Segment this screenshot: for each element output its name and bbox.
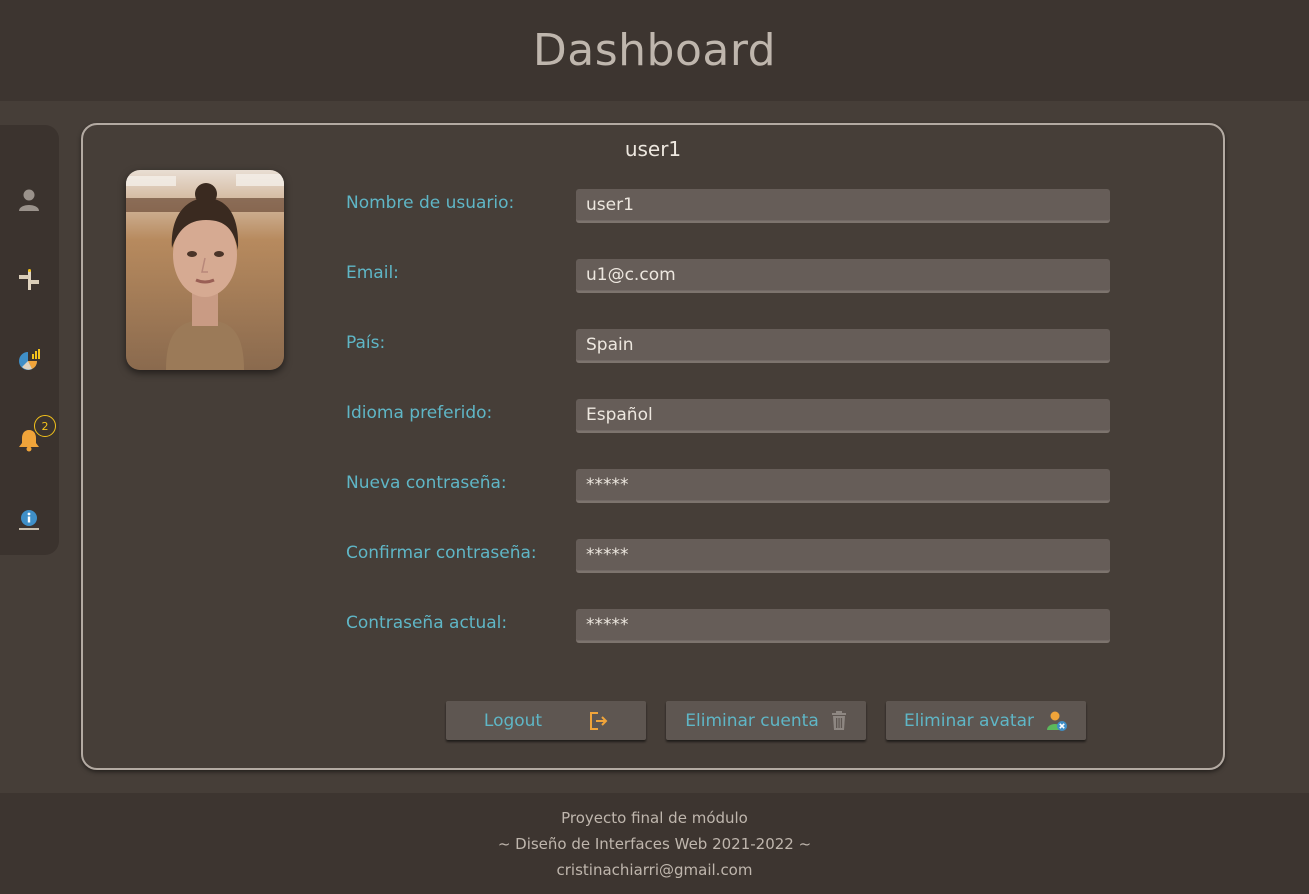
username-input[interactable] <box>576 189 1110 223</box>
sidebar-item-navigation[interactable] <box>14 265 44 295</box>
remove-user-icon <box>1047 711 1068 731</box>
field-current-password: Contraseña actual: <box>346 609 1146 643</box>
footer-email-link[interactable]: cristinachiarri@gmail.com <box>557 857 753 883</box>
delete-avatar-button-label: Eliminar avatar <box>903 710 1035 731</box>
email-label: Email: <box>346 263 399 283</box>
trash-icon <box>831 710 846 730</box>
delete-avatar-button[interactable]: Eliminar avatar <box>886 701 1086 740</box>
avatar <box>126 170 284 370</box>
field-language: Idioma preferido: <box>346 399 1146 433</box>
language-input[interactable] <box>576 399 1110 433</box>
delete-account-button-label: Eliminar cuenta <box>685 710 819 731</box>
sidebar-item-info[interactable] <box>14 505 44 535</box>
user-icon <box>19 189 39 211</box>
email-input[interactable] <box>576 259 1110 293</box>
profile-card: user1 Nombre de usuario: user1 Email: u1… <box>81 123 1225 770</box>
notification-count-badge: 2 <box>34 415 56 437</box>
footer-project-text: Proyecto final de módulo <box>561 808 748 827</box>
country-label: País: <box>346 333 386 353</box>
field-new-password: Nueva contraseña: <box>346 469 1146 503</box>
logout-button-label: Logout <box>483 710 543 731</box>
info-icon <box>19 510 39 530</box>
sidebar-item-stats[interactable] <box>14 345 44 375</box>
country-input[interactable] <box>576 329 1110 363</box>
current-password-input[interactable] <box>576 609 1110 643</box>
header: Dashboard <box>0 0 1309 101</box>
field-email: Email: <box>346 259 1146 293</box>
language-label: Idioma preferido: <box>346 403 493 423</box>
footer: Proyecto final de módulo ~ Diseño de Int… <box>0 793 1309 894</box>
profile-username-title: user1 <box>624 137 682 161</box>
confirm-password-input[interactable] <box>576 539 1110 573</box>
signpost-icon <box>19 269 39 290</box>
field-username: Nombre de usuario: <box>346 189 1146 223</box>
avatar-photo <box>126 170 284 370</box>
delete-account-button[interactable]: Eliminar cuenta <box>666 701 866 740</box>
sidebar-item-profile[interactable] <box>14 185 44 215</box>
new-password-input[interactable] <box>576 469 1110 503</box>
logout-icon <box>590 711 608 730</box>
page-title: Dashboard <box>532 25 777 76</box>
field-confirm-password: Confirmar contraseña: <box>346 539 1146 573</box>
current-password-label: Contraseña actual: <box>346 613 508 633</box>
field-country: País: <box>346 329 1146 363</box>
footer-course-text: ~ Diseño de Interfaces Web 2021-2022 ~ <box>497 834 812 853</box>
new-password-label: Nueva contraseña: <box>346 473 507 493</box>
chart-icon <box>19 349 40 370</box>
confirm-password-label: Confirmar contraseña: <box>346 543 537 563</box>
logout-button[interactable]: Logout <box>446 701 646 740</box>
username-label: Nombre de usuario: <box>346 193 515 213</box>
sidebar: 2 <box>0 125 59 555</box>
